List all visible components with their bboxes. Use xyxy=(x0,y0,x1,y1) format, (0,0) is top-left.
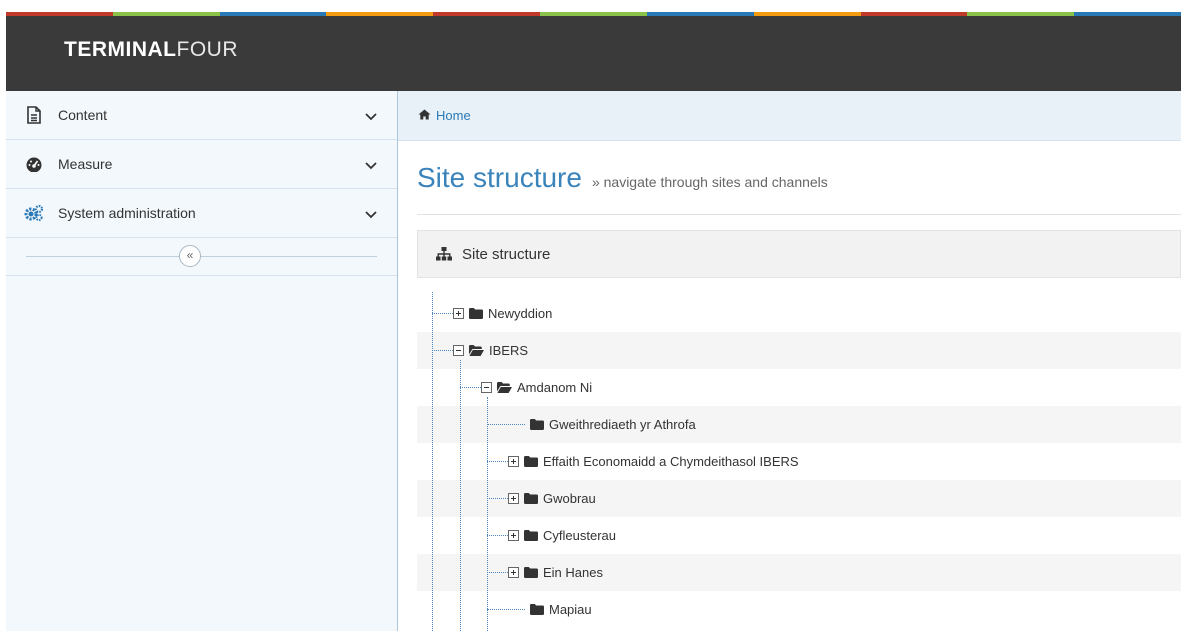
folder-icon xyxy=(524,492,538,504)
tree-node-ibers[interactable]: IBERS xyxy=(453,341,528,359)
page-subtitle: » navigate through sites and channels xyxy=(591,174,828,190)
tree-node-newyddion[interactable]: Newyddion xyxy=(453,304,552,322)
folder-open-icon xyxy=(497,381,512,393)
sidebar-item-content[interactable]: Content xyxy=(6,91,397,140)
tree-connector xyxy=(487,535,508,536)
tree-node-gwobrau[interactable]: Gwobrau xyxy=(508,489,596,507)
sidebar-item-system-administration[interactable]: System administration xyxy=(6,189,397,238)
terminalfour-logo[interactable]: TERMINALFOUR xyxy=(64,38,238,62)
tree-node-label: Gweithrediaeth yr Athrofa xyxy=(549,416,696,432)
tree-connector xyxy=(487,397,488,631)
folder-icon xyxy=(524,566,538,578)
tree-node-label: Ein Hanes xyxy=(543,564,603,580)
tree-connector xyxy=(487,498,508,499)
tree-connector xyxy=(487,572,508,573)
folder-icon xyxy=(524,455,538,467)
tree-connector xyxy=(432,313,453,314)
folder-icon xyxy=(524,529,538,541)
tree-connector xyxy=(487,609,525,610)
collapse-sidebar-button[interactable]: « xyxy=(179,245,201,267)
breadcrumb: Home xyxy=(398,91,1181,141)
breadcrumb-home-link[interactable]: Home xyxy=(436,108,471,123)
chevron-down-icon xyxy=(365,206,377,222)
sidebar-item-label: System administration xyxy=(58,205,196,221)
tree-node-ein-hanes[interactable]: Ein Hanes xyxy=(508,563,603,581)
logo-thin-text: FOUR xyxy=(176,38,238,61)
tree-node-label: Cyfleusterau xyxy=(543,527,616,543)
site-structure-panel-header: Site structure xyxy=(417,230,1181,278)
expand-icon[interactable] xyxy=(508,529,519,541)
tree-node-label: Amdanom Ni xyxy=(517,379,593,395)
dashboard-icon xyxy=(24,154,44,174)
tree-node-amdanom-ni[interactable]: Amdanom Ni xyxy=(481,378,592,396)
expand-icon[interactable] xyxy=(508,566,519,578)
tree-connector xyxy=(487,424,525,425)
expand-icon[interactable] xyxy=(508,492,519,504)
folder-icon xyxy=(530,418,544,430)
site-tree: Newyddion IBERS Amdanom Ni Gweithrediaet… xyxy=(417,278,1181,631)
sidebar-collapse-row: « xyxy=(6,238,397,276)
sitemap-icon xyxy=(436,247,452,261)
tree-connector xyxy=(432,292,433,631)
tree-node-label: Newyddion xyxy=(488,305,553,321)
divider xyxy=(26,256,377,257)
tree-node-label: Mapiau xyxy=(549,601,592,617)
collapse-icon[interactable] xyxy=(453,344,464,356)
tree-row xyxy=(417,332,1181,369)
expand-icon[interactable] xyxy=(508,455,519,467)
divider xyxy=(417,214,1181,215)
tree-connector xyxy=(487,461,508,462)
tree-connector xyxy=(460,387,481,388)
page-title: Site structure » navigate through sites a… xyxy=(417,162,828,194)
tree-node-label: IBERS xyxy=(489,342,529,358)
page-title-text: Site structure xyxy=(417,162,582,193)
folder-icon xyxy=(530,603,544,615)
sidebar-item-label: Measure xyxy=(58,156,113,172)
home-icon xyxy=(418,108,431,123)
chevron-down-icon xyxy=(365,157,377,173)
expand-icon[interactable] xyxy=(453,307,464,319)
tree-node-effaith[interactable]: Effaith Economaidd a Chymdeithasol IBERS xyxy=(508,452,799,470)
tree-connector xyxy=(432,350,453,351)
sidebar-item-label: Content xyxy=(58,107,108,123)
sidebar: Content Measure System administration « xyxy=(6,91,398,631)
cogs-icon xyxy=(24,203,44,223)
tree-connector xyxy=(460,360,461,631)
sidebar-item-measure[interactable]: Measure xyxy=(6,140,397,189)
top-header: TERMINALFOUR xyxy=(6,16,1181,91)
tree-node-mapiau[interactable]: Mapiau xyxy=(530,600,592,618)
document-icon xyxy=(24,105,44,125)
chevron-down-icon xyxy=(365,108,377,124)
folder-open-icon xyxy=(469,344,484,356)
tree-node-gweithrediaeth[interactable]: Gweithrediaeth yr Athrofa xyxy=(530,415,696,433)
tree-node-cyfleusterau[interactable]: Cyfleusterau xyxy=(508,526,616,544)
tree-node-label: Gwobrau xyxy=(543,490,596,506)
panel-title: Site structure xyxy=(462,245,551,263)
folder-icon xyxy=(469,307,483,319)
logo-bold-text: TERMINAL xyxy=(64,38,177,61)
collapse-icon[interactable] xyxy=(481,381,492,393)
tree-node-label: Effaith Economaidd a Chymdeithasol IBERS xyxy=(543,453,799,469)
